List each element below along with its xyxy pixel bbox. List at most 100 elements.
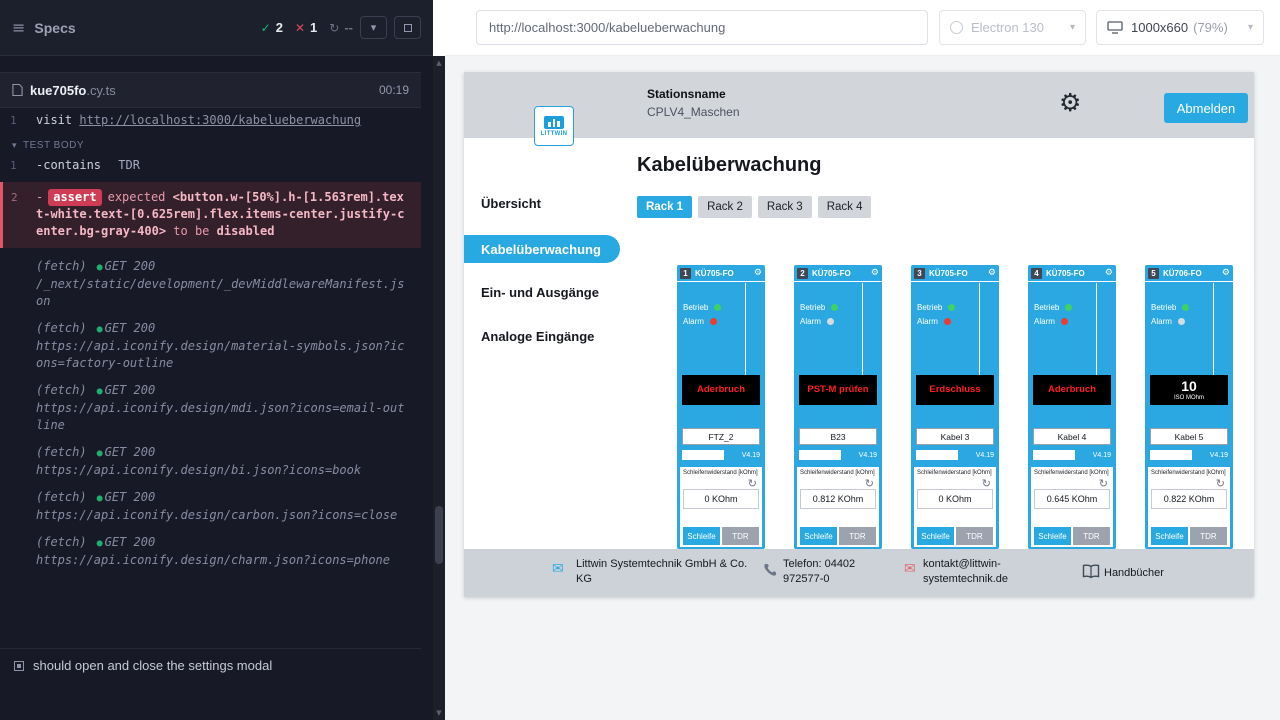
spec-name: kue705fo.cy.ts (30, 83, 116, 98)
stop-button[interactable] (394, 16, 421, 39)
fetch-url: https://api.iconify.design/mdi.json?icon… (36, 400, 409, 434)
test-icon (14, 661, 24, 671)
app-sidebar: Übersicht Kabelüberwachung Ein- und Ausg… (464, 138, 637, 549)
divider (1213, 283, 1214, 375)
schleife-button[interactable]: Schleife (683, 527, 720, 545)
tdr-button[interactable]: TDR (722, 527, 759, 545)
scrollbar-thumb[interactable] (435, 506, 443, 564)
success-dot-icon: ● (97, 386, 103, 397)
sidebar-item-uebersicht[interactable]: Übersicht (481, 196, 541, 211)
status-text: Aderbruch (1048, 385, 1096, 395)
refresh-icon[interactable]: ↻ (865, 478, 874, 489)
scroll-down-icon[interactable]: ▼ (433, 709, 445, 717)
chevron-down-icon: ▾ (371, 21, 377, 34)
fetch-log-entry[interactable]: (fetch)●GET 200 https://api.iconify.desi… (0, 382, 421, 434)
browser-select[interactable]: Electron 130 ▾ (939, 10, 1086, 45)
fetch-log-entry[interactable]: (fetch)●GET 200 https://api.iconify.desi… (0, 444, 421, 479)
specs-label[interactable]: Specs (34, 20, 75, 36)
card-gear-icon[interactable]: ⚙ (1222, 269, 1230, 278)
card-number-badge: 5 (1148, 268, 1159, 279)
fetch-status: GET 200 (105, 259, 156, 273)
test-stats: ✓ 2 ✕ 1 ↻ -- (261, 20, 353, 35)
rack-cards: 1 KÜ705-FO ⚙ Betrieb Alarm Aderbruch (677, 265, 1233, 549)
reporter-scrollbar[interactable]: ▲ ▼ (433, 56, 445, 720)
measurement-label: Schleifenwiderstand [kOhm] (917, 470, 993, 476)
passed-stat: ✓ 2 (261, 20, 283, 35)
alarm-indicator: Alarm (800, 317, 834, 326)
measurement-panel: Schleifenwiderstand [kOhm] ↻ 0 KOhm Schl… (680, 467, 762, 547)
fetch-status: GET 200 (105, 321, 156, 335)
specs-menu-icon[interactable]: ≡ (12, 18, 25, 37)
refresh-icon[interactable]: ↻ (748, 478, 757, 489)
schleife-button[interactable]: Schleife (1151, 527, 1188, 545)
card-title: KÜ706-FO (1163, 269, 1202, 278)
status-display: PST-M prüfen (799, 375, 877, 405)
measurement-value: 0 KOhm (683, 489, 759, 509)
app-footer: ✉ Littwin Systemtechnik GmbH & Co. KG Te… (464, 549, 1254, 597)
test-body-section[interactable]: ▾ TEST BODY (0, 131, 421, 155)
card-header: 2 KÜ705-FO ⚙ (794, 265, 882, 282)
fetch-log-entry[interactable]: (fetch)●GET 200 https://api.iconify.desi… (0, 320, 421, 372)
sidebar-item-analoge-eingaenge[interactable]: Analoge Eingänge (481, 329, 594, 344)
fetch-url: https://api.iconify.design/carbon.json?i… (36, 507, 409, 524)
fetch-label: (fetch) (36, 535, 87, 549)
fetch-log-entry[interactable]: (fetch)●GET 200 https://api.iconify.desi… (0, 534, 421, 569)
version-row: V4.19 (1033, 449, 1111, 461)
station-info: Stationsname CPLV4_Maschen (647, 87, 740, 119)
status-display: Erdschluss (916, 375, 994, 405)
cable-label: Kabel 4 (1033, 428, 1111, 445)
blank-field (1150, 450, 1192, 460)
viewport-select[interactable]: 1000x660 (79%) ▾ (1096, 10, 1264, 45)
failed-assert-command[interactable]: 2-assertexpected <button.w-[50%].h-[1.56… (0, 182, 421, 248)
logout-button[interactable]: Abmelden (1164, 93, 1248, 123)
measurement-panel: Schleifenwiderstand [kOhm] ↻ 0.645 KOhm … (1031, 467, 1113, 547)
refresh-icon[interactable]: ↻ (1099, 478, 1108, 489)
fetch-log-entry[interactable]: (fetch)●GET 200 /_next/static/developmen… (0, 258, 421, 310)
refresh-icon[interactable]: ↻ (1216, 478, 1225, 489)
tdr-button[interactable]: TDR (839, 527, 876, 545)
sidebar-item-kabelueberwachung[interactable]: Kabelüberwachung (464, 235, 620, 263)
tdr-button[interactable]: TDR (956, 527, 993, 545)
next-test-row[interactable]: should open and close the settings modal (0, 648, 421, 682)
tdr-button[interactable]: TDR (1073, 527, 1110, 545)
tab-rack-2[interactable]: Rack 2 (698, 196, 752, 218)
rack-card: 5 KÜ706-FO ⚙ Betrieb Alarm 10 ISO MOhm (1145, 265, 1233, 549)
betrieb-dot (714, 304, 721, 311)
refresh-icon[interactable]: ↻ (982, 478, 991, 489)
schleife-button[interactable]: Schleife (1034, 527, 1071, 545)
betrieb-dot (948, 304, 955, 311)
card-gear-icon[interactable]: ⚙ (988, 269, 996, 278)
passed-count: 2 (276, 20, 283, 35)
footer-manuals-link[interactable]: Handbücher (1104, 566, 1164, 581)
fetch-url: /_next/static/development/_devMiddleware… (36, 276, 409, 310)
card-gear-icon[interactable]: ⚙ (1105, 269, 1113, 278)
fetch-log-entry[interactable]: (fetch)●GET 200 https://api.iconify.desi… (0, 489, 421, 524)
tab-rack-4[interactable]: Rack 4 (818, 196, 872, 218)
card-gear-icon[interactable]: ⚙ (871, 269, 879, 278)
alarm-indicator: Alarm (683, 317, 717, 326)
url-input[interactable] (476, 10, 928, 45)
collapse-button[interactable]: ▾ (360, 16, 387, 39)
sidebar-item-ein-und-ausgaenge[interactable]: Ein- und Ausgänge (481, 285, 599, 300)
visit-command[interactable]: 1 visit http://localhost:3000/kabelueber… (0, 110, 421, 131)
status-display: Aderbruch (1033, 375, 1111, 405)
card-gear-icon[interactable]: ⚙ (754, 269, 762, 278)
tab-rack-1[interactable]: Rack 1 (637, 196, 692, 218)
tab-rack-3[interactable]: Rack 3 (758, 196, 812, 218)
schleife-button[interactable]: Schleife (800, 527, 837, 545)
cable-label: Kabel 5 (1150, 428, 1228, 445)
footer-email: kontakt@littwin-systemtechnik.de (923, 557, 1045, 587)
tdr-button[interactable]: TDR (1190, 527, 1227, 545)
rack-card: 4 KÜ705-FO ⚙ Betrieb Alarm Aderbruch (1028, 265, 1116, 549)
rack-card: 2 KÜ705-FO ⚙ Betrieb Alarm PST-M prüfen (794, 265, 882, 549)
scroll-up-icon[interactable]: ▲ (433, 59, 445, 67)
success-dot-icon: ● (97, 493, 103, 504)
settings-gear-icon[interactable]: ⚙ (1059, 90, 1081, 115)
contains-command[interactable]: 1 -contains TDR (0, 155, 421, 176)
fetch-status: GET 200 (105, 383, 156, 397)
schleife-button[interactable]: Schleife (917, 527, 954, 545)
cable-label: Kabel 3 (916, 428, 994, 445)
spec-file-row[interactable]: kue705fo.cy.ts 00:19 (0, 72, 421, 108)
line-number: 1 (10, 112, 17, 129)
card-header: 5 KÜ706-FO ⚙ (1145, 265, 1233, 282)
